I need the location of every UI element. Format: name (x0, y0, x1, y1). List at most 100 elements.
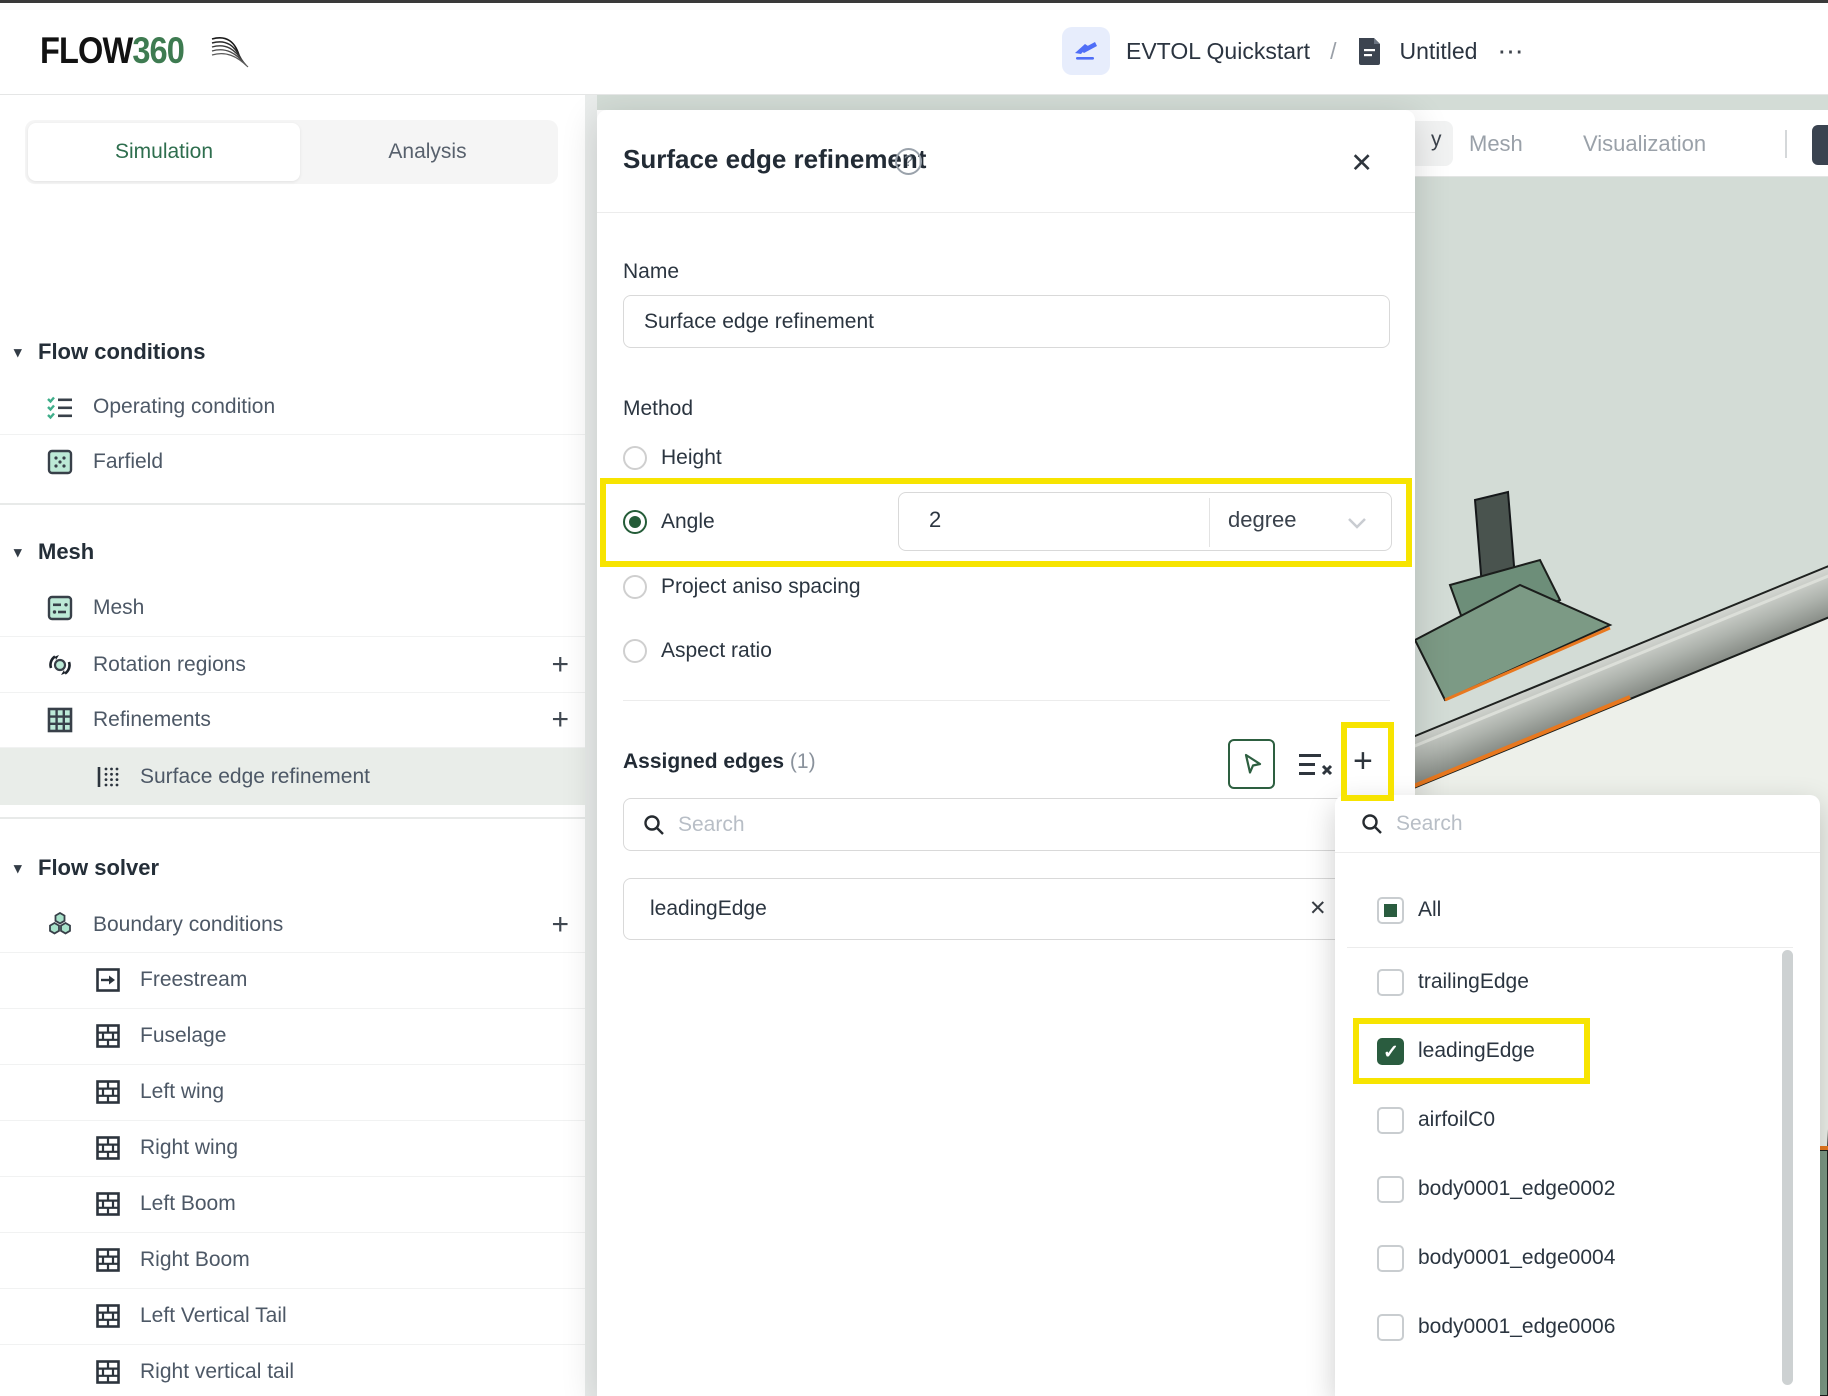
doc-more-menu[interactable]: ⋯ (1497, 36, 1525, 67)
tab-simulation[interactable]: Simulation (28, 123, 300, 181)
sidebar-item-surface-edge-refinement[interactable]: Surface edge refinement (0, 748, 585, 805)
logo-360-text: 360 (132, 30, 184, 71)
boundary-conditions-icon (47, 912, 73, 938)
wall-icon (95, 1023, 121, 1049)
wall-icon (95, 1359, 121, 1385)
breadcrumb-project[interactable]: EVTOL Quickstart (1126, 38, 1310, 65)
radio-selected-icon[interactable] (623, 510, 647, 534)
dialog-title: Surface edge refinement (623, 144, 926, 175)
sidebar-item-refinements[interactable]: Refinements + (0, 692, 585, 748)
dropdown-item-all[interactable]: All (1335, 882, 1805, 938)
sidebar-item-farfield[interactable]: Farfield (0, 434, 585, 490)
assigned-edges-search-input[interactable]: Search (623, 798, 1390, 851)
sidebar-item-right-boom[interactable]: Right Boom (0, 1232, 585, 1288)
chevron-down-icon[interactable] (1347, 517, 1367, 529)
section-flow-solver[interactable]: ▾ Flow solver (0, 840, 585, 896)
pick-in-viewport-button[interactable] (1228, 739, 1275, 789)
section-mesh[interactable]: ▾ Mesh (0, 524, 585, 580)
rotation-regions-icon (47, 652, 73, 678)
method-option-height[interactable]: Height (623, 443, 722, 473)
app-header: FLOW360 EVTOL Quickstart / (0, 3, 1828, 95)
method-option-project-aniso[interactable]: Project aniso spacing (623, 572, 861, 602)
sidebar-item-boundary-conditions[interactable]: Boundary conditions + (0, 897, 585, 953)
checkbox-unchecked-icon[interactable] (1377, 1176, 1404, 1203)
close-icon[interactable]: ✕ (1350, 148, 1373, 179)
breadcrumb-separator: / (1330, 38, 1336, 65)
radio-unselected-icon[interactable] (623, 575, 647, 599)
caret-down-icon[interactable]: ▾ (14, 343, 32, 361)
checkbox-unchecked-icon[interactable] (1377, 1107, 1404, 1134)
assigned-edges-count: (1) (790, 750, 816, 773)
sidebar-item-rotation-regions[interactable]: Rotation regions + (0, 637, 585, 693)
sidebar-item-fuselage[interactable]: Fuselage (0, 1008, 585, 1064)
sidebar-item-right-vertical-tail[interactable]: Right vertical tail (0, 1344, 585, 1396)
dropdown-item-body0001-edge0002[interactable]: body0001_edge0002 (1335, 1161, 1805, 1217)
tab-mesh[interactable]: Mesh (1469, 110, 1523, 177)
radio-unselected-icon[interactable] (623, 639, 647, 663)
sidebar-item-freestream[interactable]: Freestream (0, 952, 585, 1008)
assigned-edge-name: leadingEdge (650, 897, 767, 921)
caret-down-icon[interactable]: ▾ (14, 543, 32, 561)
add-rotation-region-button[interactable]: + (551, 650, 569, 680)
refinements-grid-icon (47, 707, 73, 733)
checkbox-indeterminate-icon[interactable] (1377, 897, 1404, 924)
angle-unit-select[interactable]: degree (1228, 507, 1297, 533)
method-option-aspect-ratio[interactable]: Aspect ratio (623, 636, 772, 666)
remove-edge-icon[interactable]: ✕ (1309, 896, 1327, 921)
document-icon (1356, 36, 1383, 67)
sidebar-item-left-wing[interactable]: Left wing (0, 1064, 585, 1120)
angle-value-input[interactable]: 2 (929, 507, 941, 533)
tabbar-separator (1785, 130, 1787, 158)
sidebar: Simulation Analysis ▾ Flow conditions Op… (0, 95, 585, 1396)
checkbox-unchecked-icon[interactable] (1377, 1314, 1404, 1341)
edge-select-dropdown: Search All trailingEdge leadingEdge airf… (1335, 795, 1820, 1396)
dropdown-scrollbar[interactable] (1782, 950, 1793, 1385)
wall-icon (95, 1191, 121, 1217)
dropdown-search-input[interactable]: Search (1335, 795, 1820, 853)
search-icon (642, 813, 666, 837)
method-label: Method (623, 397, 693, 421)
mesh-icon (47, 595, 73, 621)
method-option-angle[interactable]: Angle (623, 507, 715, 537)
radio-unselected-icon[interactable] (623, 446, 647, 470)
tab-geometry-partial-label: y (1431, 128, 1442, 152)
angle-value-group: 2 degree (898, 492, 1392, 551)
name-input[interactable]: Surface edge refinement (623, 295, 1390, 348)
dropdown-item-body0001-edge0006[interactable]: body0001_edge0006 (1335, 1299, 1805, 1355)
add-boundary-condition-button[interactable]: + (551, 910, 569, 940)
sidebar-item-right-wing[interactable]: Right wing (0, 1120, 585, 1176)
checkbox-unchecked-icon[interactable] (1377, 969, 1404, 996)
sidebar-item-left-boom[interactable]: Left Boom (0, 1176, 585, 1232)
wall-icon (95, 1303, 121, 1329)
surface-edge-refinement-icon (95, 764, 121, 790)
checkbox-unchecked-icon[interactable] (1377, 1245, 1404, 1272)
sidebar-item-left-vertical-tail[interactable]: Left Vertical Tail (0, 1288, 585, 1344)
sidebar-item-operating-condition[interactable]: Operating condition (0, 379, 585, 435)
tabbar-cutoff-button[interactable] (1812, 125, 1828, 165)
project-plane-icon[interactable] (1062, 27, 1110, 75)
breadcrumb-doc-title[interactable]: Untitled (1399, 38, 1477, 65)
wall-icon (95, 1247, 121, 1273)
name-label: Name (623, 260, 679, 284)
dropdown-item-trailingedge[interactable]: trailingEdge (1335, 954, 1805, 1010)
logo-wave-icon (206, 25, 258, 77)
dropdown-item-body0001-edge0004[interactable]: body0001_edge0004 (1335, 1230, 1805, 1286)
add-edge-button[interactable]: + (1353, 744, 1373, 778)
caret-down-icon[interactable]: ▾ (14, 859, 32, 877)
dropdown-item-leadingedge[interactable]: leadingEdge (1335, 1023, 1805, 1079)
flow360-app: FLOW360 EVTOL Quickstart / (0, 0, 1828, 1396)
surface-edge-refinement-dialog: Surface edge refinement ? ✕ Name Surface… (597, 110, 1415, 1396)
window-top-edge (0, 0, 1828, 3)
section-flow-conditions[interactable]: ▾ Flow conditions (0, 324, 585, 380)
add-refinement-button[interactable]: + (551, 705, 569, 735)
freestream-icon (95, 967, 121, 993)
tab-analysis[interactable]: Analysis (300, 120, 555, 184)
tab-visualization[interactable]: Visualization (1583, 110, 1706, 177)
dropdown-item-airfoilc0[interactable]: airfoilC0 (1335, 1092, 1805, 1148)
farfield-icon (47, 449, 73, 475)
sidebar-item-mesh[interactable]: Mesh (0, 580, 585, 636)
checkbox-checked-icon[interactable] (1377, 1038, 1404, 1065)
checklist-icon (47, 394, 73, 420)
help-icon[interactable]: ? (895, 148, 922, 175)
clear-list-icon[interactable] (1297, 751, 1339, 779)
